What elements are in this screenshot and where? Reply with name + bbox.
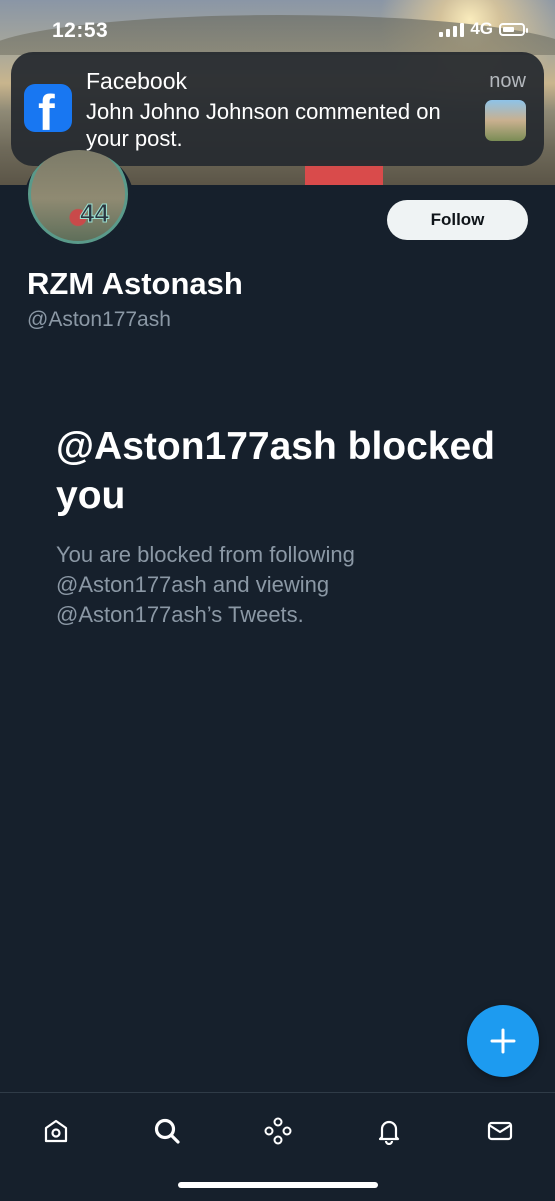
notification-message: John Johno Johnson commented on your pos… [86, 99, 441, 151]
avatar-image [28, 150, 128, 244]
profile-avatar[interactable]: 44 [24, 150, 134, 250]
nav-spaces[interactable] [258, 1111, 298, 1151]
status-indicators: 4G [439, 19, 528, 39]
facebook-logo-icon: f [24, 84, 72, 132]
notification-thumbnail [485, 100, 526, 141]
plus-icon [490, 1028, 516, 1054]
signal-icon [439, 21, 465, 37]
blocked-title: @Aston177ash blocked you [56, 425, 495, 517]
status-time: 12:53 [52, 19, 109, 42]
network-type: 4G [470, 19, 493, 38]
compose-tweet-button[interactable] [467, 1005, 539, 1077]
nav-home[interactable] [36, 1111, 76, 1151]
mail-icon [487, 1121, 513, 1141]
notification-app-name: Facebook [86, 68, 188, 94]
push-notification[interactable]: f Facebook John Johno Johnson commented … [11, 52, 544, 166]
nav-messages[interactable] [480, 1111, 520, 1151]
blocked-description: You are blocked from following @Aston177… [56, 542, 355, 627]
nav-notifications[interactable] [369, 1111, 409, 1151]
search-icon [154, 1118, 180, 1144]
bell-icon [378, 1120, 400, 1145]
spaces-icon [264, 1117, 292, 1145]
home-indicator[interactable] [178, 1182, 378, 1188]
profile-display-name: RZM Astonash [27, 266, 243, 301]
avatar-number: 44 [80, 198, 110, 229]
nav-search[interactable] [147, 1111, 187, 1151]
profile-handle: @Aston177ash [27, 308, 171, 331]
follow-button[interactable]: Follow [387, 200, 528, 240]
home-icon [44, 1119, 68, 1143]
battery-icon [499, 22, 528, 36]
facebook-logo-glyph: f [38, 85, 55, 132]
notification-time: now [489, 70, 526, 92]
